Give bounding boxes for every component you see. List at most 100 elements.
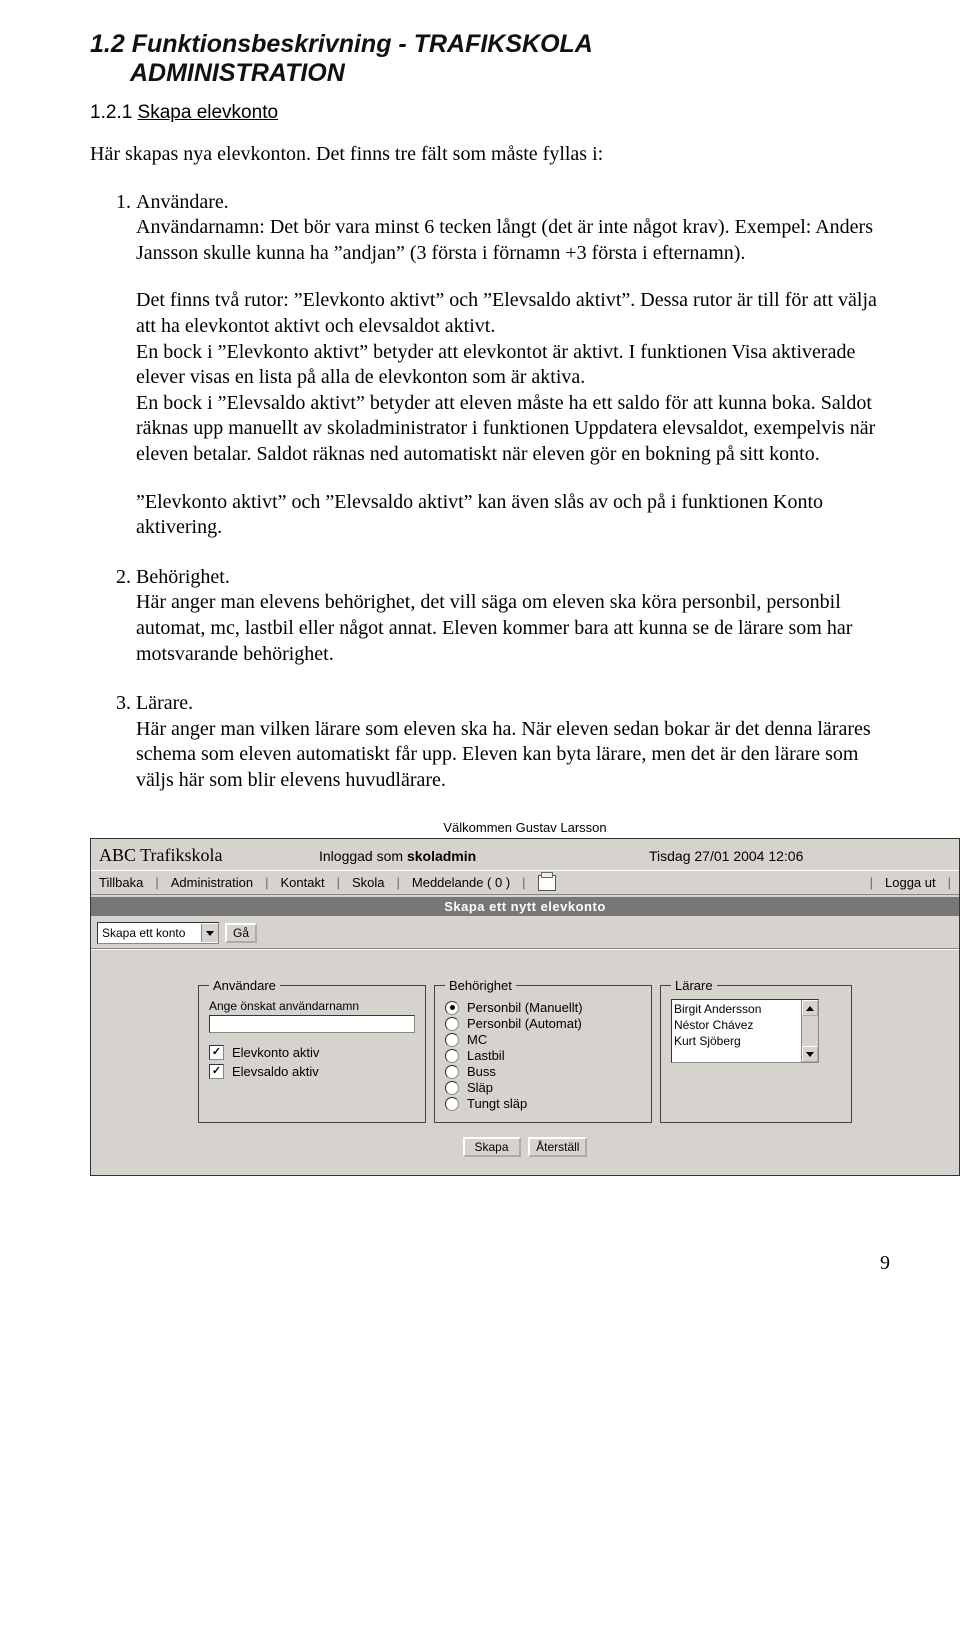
listbox-items: Birgit Andersson Néstor Chávez Kurt Sjöb… [672, 1000, 818, 1051]
checkbox-icon: ✓ [209, 1064, 224, 1079]
item-paragraph: Här anger man vilken lärare som eleven s… [136, 717, 890, 794]
menu-separator: | [395, 875, 402, 890]
welcome-bar: Välkommen Gustav Larsson [90, 817, 960, 838]
item-title: Behörighet. [136, 566, 230, 588]
section-heading: 1.2 Funktionsbeskrivning - TRAFIKSKOLA A… [90, 30, 890, 88]
item-paragraph: ”Elevkonto aktivt” och ”Elevsaldo aktivt… [136, 490, 890, 541]
logged-in-text: Inloggad som [319, 848, 407, 864]
checkbox-label: Elevsaldo aktiv [232, 1064, 319, 1079]
item-title: Lärare. [136, 692, 193, 714]
numbered-list: Användare. Användarnamn: Det bör vara mi… [90, 190, 890, 794]
subsection-number: 1.2.1 [90, 102, 132, 123]
app-screenshot: Välkommen Gustav Larsson ABC Trafikskola… [90, 817, 960, 1176]
radio-label: Släp [467, 1080, 493, 1095]
radio-icon [445, 1033, 459, 1047]
panel-title: Skapa ett nytt elevkonto [91, 897, 959, 916]
reset-button[interactable]: Återställ [528, 1137, 587, 1157]
menu-school[interactable]: Skola [350, 875, 387, 890]
fieldset-legend: Lärare [671, 978, 717, 993]
fieldset-legend: Behörighet [445, 978, 516, 993]
fieldset-authorization: Behörighet Personbil (Manuellt) Personbi… [434, 978, 652, 1123]
list-item[interactable]: Birgit Andersson [674, 1001, 816, 1017]
school-name: ABC Trafikskola [99, 845, 319, 866]
combobox-value: Skapa ett konto [102, 926, 185, 940]
go-button[interactable]: Gå [225, 923, 257, 943]
scroll-down-icon[interactable] [802, 1046, 818, 1062]
menu-messages[interactable]: Meddelande ( 0 ) [410, 875, 512, 890]
fieldset-legend: Användare [209, 978, 280, 993]
printer-icon [538, 875, 556, 891]
radio-row[interactable]: Personbil (Manuellt) [445, 1000, 641, 1015]
radio-row[interactable]: MC [445, 1032, 641, 1047]
form-area: Användare Ange önskat användarnamn ✓ Ele… [91, 950, 959, 1131]
radio-icon [445, 1017, 459, 1031]
radio-icon [445, 1049, 459, 1063]
fieldset-teacher: Lärare Birgit Andersson Néstor Chávez Ku… [660, 978, 852, 1123]
radio-label: Personbil (Manuellt) [467, 1000, 583, 1015]
create-button[interactable]: Skapa [463, 1137, 521, 1157]
menu-back[interactable]: Tillbaka [97, 875, 145, 890]
list-item: Behörighet. Här anger man elevens behöri… [136, 565, 890, 667]
menu-contact[interactable]: Kontakt [278, 875, 326, 890]
document-page: 1.2 Funktionsbeskrivning - TRAFIKSKOLA A… [0, 0, 960, 1216]
menu-separator: | [946, 875, 953, 890]
menu-print[interactable] [536, 874, 558, 891]
checkbox-label: Elevkonto aktiv [232, 1045, 319, 1060]
menubar: Tillbaka | Administration | Kontakt | Sk… [91, 870, 959, 895]
radio-label: MC [467, 1032, 487, 1047]
radio-row[interactable]: Lastbil [445, 1048, 641, 1063]
radio-row[interactable]: Buss [445, 1064, 641, 1079]
radio-row[interactable]: Tungt släp [445, 1096, 641, 1111]
section-number: 1.2 [90, 30, 125, 58]
logged-in-label: Inloggad som skoladmin [319, 848, 649, 864]
radio-row[interactable]: Personbil (Automat) [445, 1016, 641, 1031]
scroll-up-icon[interactable] [802, 1000, 818, 1016]
fieldset-user: Användare Ange önskat användarnamn ✓ Ele… [198, 978, 426, 1123]
form-buttons: Skapa Återställ [91, 1131, 959, 1175]
app-window: ABC Trafikskola Inloggad som skoladmin T… [90, 838, 960, 1176]
subsection-title: Skapa elevkonto [138, 102, 279, 123]
list-item: Lärare. Här anger man vilken lärare som … [136, 691, 890, 793]
page-number: 9 [0, 1216, 960, 1275]
username-hint: Ange önskat användarnamn [209, 999, 415, 1013]
teacher-listbox[interactable]: Birgit Andersson Néstor Chávez Kurt Sjöb… [671, 999, 819, 1063]
checkbox-row[interactable]: ✓ Elevkonto aktiv [209, 1045, 415, 1060]
radio-label: Tungt släp [467, 1096, 527, 1111]
radio-row[interactable]: Släp [445, 1080, 641, 1095]
section-title-line1: Funktionsbeskrivning - TRAFIKSKOLA [132, 30, 593, 58]
list-item[interactable]: Kurt Sjöberg [674, 1033, 816, 1049]
radio-icon [445, 1001, 459, 1015]
menu-separator: | [868, 875, 875, 890]
radio-label: Buss [467, 1064, 496, 1079]
item-title: Användare. [136, 191, 229, 213]
logged-in-role: skoladmin [407, 848, 476, 864]
item-paragraph: Det finns två rutor: ”Elevkonto aktivt” … [136, 288, 890, 467]
menu-separator: | [153, 875, 160, 890]
app-header: ABC Trafikskola Inloggad som skoladmin T… [91, 839, 959, 870]
radio-icon [445, 1097, 459, 1111]
menu-logout[interactable]: Logga ut [883, 875, 938, 890]
radio-label: Lastbil [467, 1048, 505, 1063]
menu-administration[interactable]: Administration [169, 875, 255, 890]
checkbox-row[interactable]: ✓ Elevsaldo aktiv [209, 1064, 415, 1079]
action-toolbar: Skapa ett konto Gå [91, 916, 959, 944]
action-combobox[interactable]: Skapa ett konto [97, 922, 219, 944]
username-input[interactable] [209, 1015, 415, 1033]
subsection-heading: 1.2.1 Skapa elevkonto [90, 102, 890, 124]
section-title-line2: ADMINISTRATION [130, 59, 890, 88]
list-item: Användare. Användarnamn: Det bör vara mi… [136, 190, 890, 541]
header-date: Tisdag 27/01 2004 12:06 [649, 848, 951, 864]
radio-icon [445, 1065, 459, 1079]
menu-separator: | [335, 875, 342, 890]
scrollbar[interactable] [801, 1000, 818, 1062]
list-item[interactable]: Néstor Chávez [674, 1017, 816, 1033]
radio-icon [445, 1081, 459, 1095]
chevron-down-icon [201, 924, 218, 942]
item-paragraph: Användarnamn: Det bör vara minst 6 tecke… [136, 215, 890, 266]
item-paragraph: Här anger man elevens behörighet, det vi… [136, 590, 890, 667]
menu-separator: | [263, 875, 270, 890]
intro-paragraph: Här skapas nya elevkonton. Det finns tre… [90, 142, 890, 168]
radio-label: Personbil (Automat) [467, 1016, 582, 1031]
checkbox-icon: ✓ [209, 1045, 224, 1060]
menu-separator: | [520, 875, 527, 890]
